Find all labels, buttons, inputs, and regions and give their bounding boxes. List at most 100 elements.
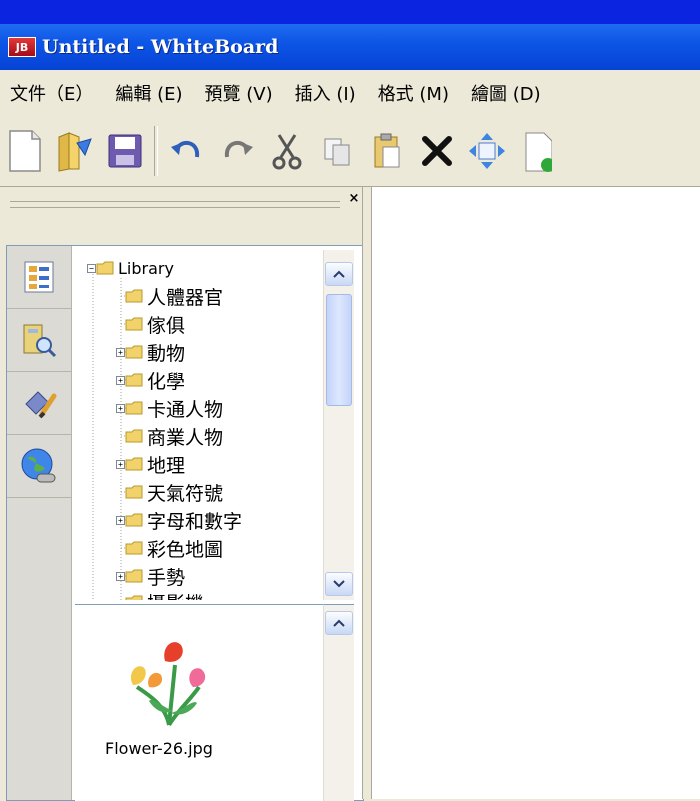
whiteboard-canvas[interactable] xyxy=(372,187,700,799)
tree-item[interactable]: 商業人物 xyxy=(116,422,223,450)
folder-icon xyxy=(125,373,143,387)
image-preview: Flower-26.jpg xyxy=(75,604,323,801)
tree-item-label: 化學 xyxy=(147,370,186,393)
undo-button[interactable] xyxy=(165,125,209,177)
undo-icon xyxy=(171,140,200,158)
move-icon xyxy=(469,133,505,169)
tree-item[interactable]: 攝影機 xyxy=(116,588,204,600)
library-tree: − Library 人體器官 傢俱 + 動物 + 化學 + 卡通人物 商業人物 … xyxy=(75,250,323,600)
library-list-icon xyxy=(24,261,54,293)
folder-icon xyxy=(125,513,143,527)
expand-icon[interactable]: + xyxy=(116,375,125,385)
title-bar[interactable]: JB Untitled - WhiteBoard xyxy=(0,24,700,70)
tree-item-label: 彩色地圖 xyxy=(147,538,224,561)
panel-content: − Library 人體器官 傢俱 + 動物 + 化學 + 卡通人物 商業人物 … xyxy=(6,245,364,801)
expand-icon[interactable]: + xyxy=(116,515,125,525)
expand-icon[interactable]: + xyxy=(116,571,125,581)
tree-item-label: 動物 xyxy=(147,342,186,365)
preview-scrollbar[interactable] xyxy=(323,604,354,801)
panel-splitter[interactable] xyxy=(362,187,372,799)
folder-icon xyxy=(125,289,143,303)
chevron-up-icon xyxy=(333,619,345,627)
menu-view[interactable]: 預覽 (V) xyxy=(195,80,285,106)
menu-insert[interactable]: 插入 (I) xyxy=(285,80,368,106)
sidetab-web[interactable] xyxy=(7,435,71,498)
collapse-icon[interactable]: − xyxy=(87,263,96,273)
scroll-up-button[interactable] xyxy=(325,262,353,286)
app-icon[interactable]: JB xyxy=(8,37,36,57)
toolbar-separator xyxy=(154,126,158,176)
new-button[interactable] xyxy=(3,125,47,177)
tree-root[interactable]: − Library xyxy=(87,254,174,282)
tree-item-label: 天氣符號 xyxy=(147,482,224,505)
folder-icon xyxy=(125,429,143,443)
menu-draw[interactable]: 繪圖 (D) xyxy=(461,80,553,106)
open-folder-icon xyxy=(58,132,92,172)
folder-icon xyxy=(125,401,143,415)
sidetab-gallery[interactable] xyxy=(7,309,71,372)
gallery-search-icon xyxy=(23,324,57,358)
cut-button[interactable] xyxy=(265,125,309,177)
open-button[interactable] xyxy=(53,125,97,177)
tree-item[interactable]: 天氣符號 xyxy=(116,478,223,506)
preview-scroll-up-button[interactable] xyxy=(325,611,353,635)
tree-scrollbar[interactable] xyxy=(323,250,354,600)
copy-icon xyxy=(324,138,350,166)
folder-icon xyxy=(125,345,143,359)
tree-root-label: Library xyxy=(118,258,174,278)
tree-item[interactable]: 人體器官 xyxy=(116,282,223,310)
sidetab-library[interactable] xyxy=(7,246,71,309)
delete-icon xyxy=(422,136,452,166)
expand-icon[interactable]: + xyxy=(116,403,125,413)
folder-icon xyxy=(125,569,143,583)
paste-button[interactable] xyxy=(365,125,409,177)
tree-item[interactable]: + 地理 xyxy=(116,450,185,478)
tree-item-label: 傢俱 xyxy=(147,314,186,337)
menu-edit[interactable]: 編輯 (E) xyxy=(105,80,194,106)
folder-icon xyxy=(125,541,143,555)
tree-item-label: 攝影機 xyxy=(147,589,204,601)
side-tabs xyxy=(7,246,72,800)
window-title: Untitled - WhiteBoard xyxy=(42,36,279,58)
scroll-down-button[interactable] xyxy=(325,572,353,596)
close-icon[interactable]: × xyxy=(346,191,362,207)
tree-item-label: 手勢 xyxy=(147,566,186,589)
expand-icon[interactable]: + xyxy=(116,459,125,469)
folder-icon xyxy=(125,485,143,499)
new-page-button[interactable] xyxy=(515,125,559,177)
delete-button[interactable] xyxy=(415,125,459,177)
move-button[interactable] xyxy=(465,125,509,177)
copy-button[interactable] xyxy=(315,125,359,177)
redo-button[interactable] xyxy=(215,125,259,177)
folder-icon xyxy=(125,595,143,600)
tree-item[interactable]: + 手勢 xyxy=(116,562,185,590)
flower-image xyxy=(130,642,206,727)
tree-item[interactable]: 傢俱 xyxy=(116,310,185,338)
redo-icon xyxy=(224,140,253,158)
folder-icon xyxy=(125,317,143,331)
thumbnail[interactable] xyxy=(119,625,219,735)
panel-grip[interactable] xyxy=(10,201,340,208)
tree-item[interactable]: + 動物 xyxy=(116,338,185,366)
thumbnail-caption: Flower-26.jpg xyxy=(105,739,213,758)
sidetab-paint[interactable] xyxy=(7,372,71,435)
expand-icon[interactable]: + xyxy=(116,347,125,357)
tree-item-label: 人體器官 xyxy=(147,286,224,309)
library-panel: × − Library 人體器官 傢俱 + 動物 + 化學 + 卡通人物 商業人… xyxy=(0,187,370,801)
tree-item[interactable]: + 化學 xyxy=(116,366,185,394)
tree-item-label: 地理 xyxy=(147,454,186,477)
menu-format[interactable]: 格式 (M) xyxy=(368,80,461,106)
web-link-icon xyxy=(21,448,56,483)
save-button[interactable] xyxy=(103,125,147,177)
menu-file[interactable]: 文件（E） xyxy=(0,80,105,106)
scroll-thumb[interactable] xyxy=(326,294,352,406)
chevron-up-icon xyxy=(333,270,345,278)
tree-item-label: 商業人物 xyxy=(147,426,224,449)
menu-bar: 文件（E） 編輯 (E) 預覽 (V) 插入 (I) 格式 (M) 繪圖 (D) xyxy=(0,70,700,116)
save-icon xyxy=(108,134,142,168)
tree-item[interactable]: + 卡通人物 xyxy=(116,394,223,422)
tree-item[interactable]: + 字母和數字 xyxy=(116,506,242,534)
paint-tools-icon xyxy=(25,391,57,419)
tree-item-label: 字母和數字 xyxy=(147,510,243,533)
tree-item[interactable]: 彩色地圖 xyxy=(116,534,223,562)
